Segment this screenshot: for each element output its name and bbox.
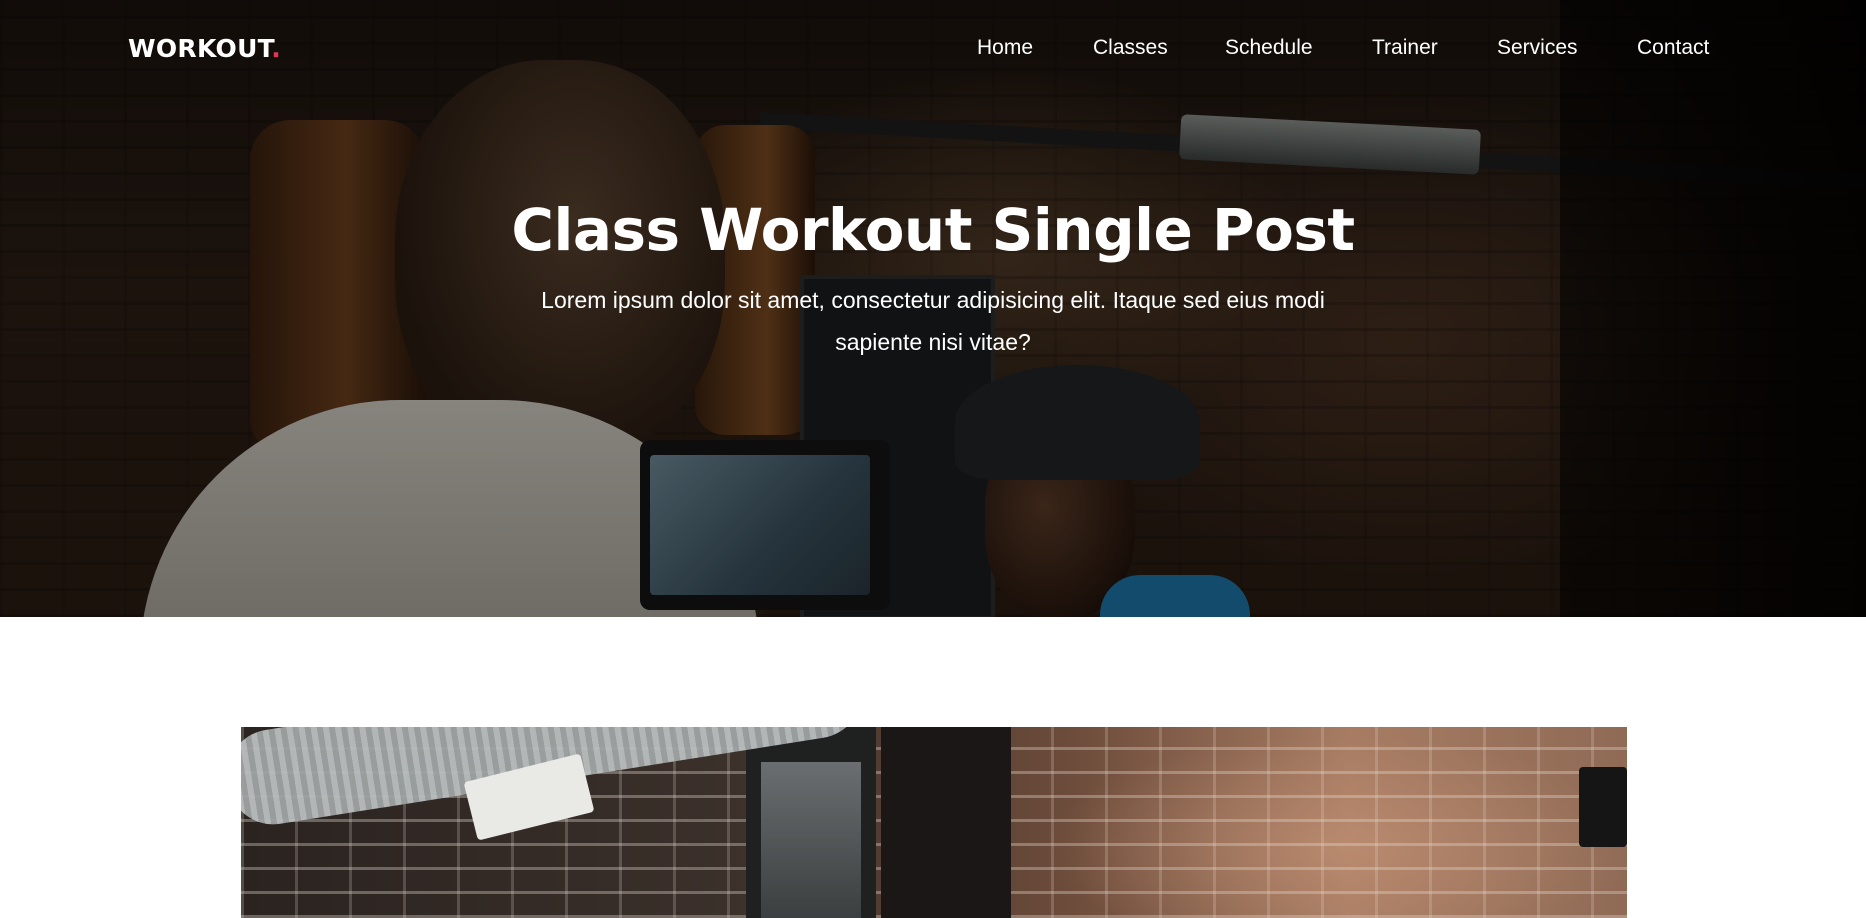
page-subtitle: Lorem ipsum dolor sit amet, consectetur … <box>541 287 1325 355</box>
nav-trainer-link[interactable]: Trainer <box>1372 36 1438 60</box>
nav-contact-link[interactable]: Contact <box>1637 36 1709 60</box>
hero-section: WORKOUT. Home Classes Schedule Trainer S… <box>0 0 1866 617</box>
nav-services-link[interactable]: Services <box>1497 36 1578 60</box>
dark-pillar-graphic <box>881 727 1011 918</box>
nav-home-link[interactable]: Home <box>977 36 1033 60</box>
nav-classes-link[interactable]: Classes <box>1093 36 1168 60</box>
nav-schedule-link[interactable]: Schedule <box>1225 36 1313 60</box>
window-glass-graphic <box>761 762 861 918</box>
post-featured-image <box>241 727 1627 918</box>
page-title: Class Workout Single Post <box>511 196 1355 264</box>
wall-speaker-graphic <box>1579 767 1627 847</box>
main-nav: Home Classes Schedule Trainer Services C… <box>0 36 1866 66</box>
